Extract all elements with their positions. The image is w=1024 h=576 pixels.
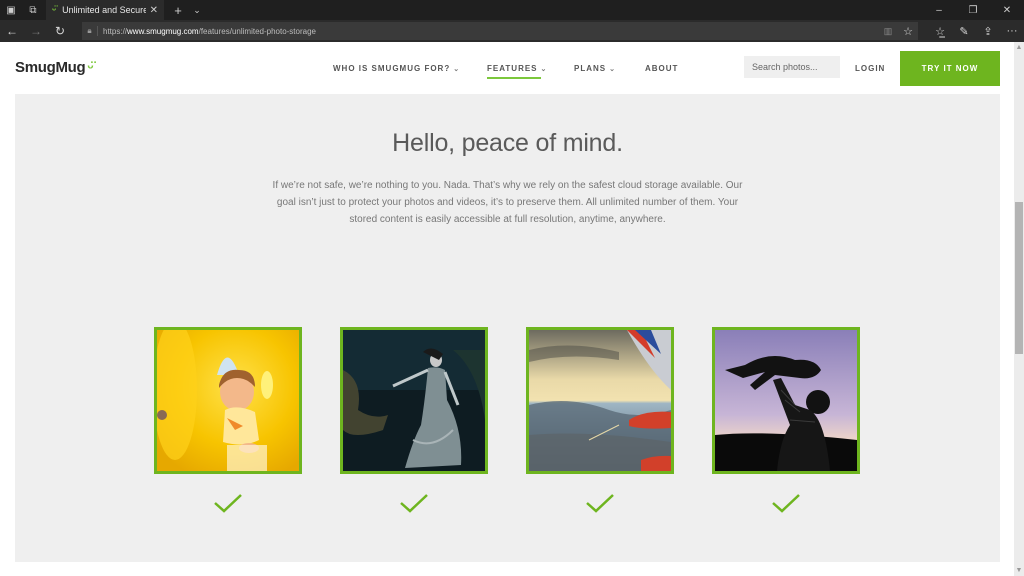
browser-tab-bar: ▣ ⧉ ᵕ̈ Unlimited and Secure P ✕ + ⌄ – ❐ …: [0, 0, 1024, 20]
forward-button[interactable]: →: [24, 20, 48, 42]
nav-about[interactable]: ABOUT: [645, 64, 678, 73]
smile-logo-icon: ᵕ̈: [87, 59, 94, 76]
tab-manager-icon[interactable]: ▣: [0, 0, 22, 20]
logo-text: SmugMug: [15, 59, 86, 76]
page-scrollbar[interactable]: ▲ ▼: [1014, 42, 1024, 576]
url-field[interactable]: 🔒︎ https://www.smugmug.com/features/unli…: [82, 22, 918, 40]
photo-parent-silhouette: [712, 327, 860, 474]
checkmark-icon: [213, 492, 243, 514]
chevron-down-icon: ⌄: [540, 66, 548, 73]
refresh-button[interactable]: ↻: [48, 20, 72, 42]
nav-label: WHO IS SMUGMUG FOR?: [333, 64, 451, 73]
checkmark-icon: [585, 492, 615, 514]
photo-underwater-gown: [340, 327, 488, 474]
parent-silhouette-image: [715, 330, 857, 471]
minimize-button[interactable]: –: [922, 5, 956, 16]
airplane-wing-image: [529, 330, 671, 471]
scroll-down-arrow-icon[interactable]: ▼: [1014, 567, 1024, 574]
chevron-down-icon: ⌄: [609, 66, 616, 73]
web-page: SmugMug ᵕ̈ WHO IS SMUGMUG FOR? ⌄ FEATURES ⌄…: [0, 42, 1014, 576]
storage-feature-section: Hello, peace of mind. If we’re not safe,…: [15, 94, 1000, 562]
photo-airplane-wing: [526, 327, 674, 474]
tab-title: Unlimited and Secure P: [62, 5, 146, 15]
url-path: /features/unlimited-photo-storage: [198, 26, 316, 36]
favorite-star-icon[interactable]: ☆: [898, 25, 918, 38]
scroll-up-arrow-icon[interactable]: ▲: [1014, 44, 1024, 51]
nav-label: ABOUT: [645, 64, 679, 73]
smugmug-logo[interactable]: SmugMug ᵕ̈: [15, 59, 94, 76]
new-tab-button[interactable]: +: [168, 3, 188, 18]
url-text[interactable]: https://www.smugmug.com/features/unlimit…: [103, 27, 316, 36]
login-link[interactable]: LOGIN: [855, 64, 885, 73]
favorites-hub-icon[interactable]: ☆̲: [928, 25, 952, 38]
lock-icon: 🔒︎: [82, 26, 98, 36]
browser-toolbar-actions: ☆̲ ✎ ⇪ ···: [928, 20, 1024, 42]
set-aside-tabs-icon[interactable]: ⧉: [22, 0, 44, 20]
browser-address-bar: ← → ↻ 🔒︎ https://www.smugmug.com/feature…: [0, 20, 1024, 42]
more-options-icon[interactable]: ···: [1000, 25, 1024, 37]
section-headline: Hello, peace of mind.: [392, 129, 623, 157]
back-button[interactable]: ←: [0, 20, 24, 42]
nav-who-is-smugmug-for[interactable]: WHO IS SMUGMUG FOR? ⌄: [333, 64, 460, 73]
chevron-down-icon: ⌄: [453, 66, 461, 73]
nav-label: PLANS: [574, 64, 607, 73]
restore-button[interactable]: ❐: [956, 5, 990, 16]
try-it-now-button[interactable]: TRY IT NOW: [900, 51, 1000, 86]
window-controls: – ❐ ✕: [922, 5, 1024, 16]
tab-close-icon[interactable]: ✕: [150, 5, 158, 16]
section-description: If we’re not safe, we’re nothing to you.…: [272, 180, 743, 225]
smugmug-favicon-icon: ᵕ̈: [52, 4, 57, 16]
nav-features[interactable]: FEATURES ⌄: [487, 64, 548, 79]
close-window-button[interactable]: ✕: [990, 5, 1024, 16]
site-header: SmugMug ᵕ̈ WHO IS SMUGMUG FOR? ⌄ FEATURES ⌄…: [0, 42, 1014, 94]
scrollbar-thumb[interactable]: [1015, 202, 1023, 354]
nav-plans[interactable]: PLANS ⌄: [574, 64, 616, 73]
reading-view-icon[interactable]: ▥: [878, 26, 898, 37]
checkmark-icon: [771, 492, 801, 514]
search-photos-input[interactable]: [744, 56, 840, 78]
web-notes-pen-icon[interactable]: ✎: [952, 25, 976, 38]
browser-tab[interactable]: ᵕ̈ Unlimited and Secure P ✕: [46, 0, 164, 20]
url-domain: www.smugmug.com: [127, 26, 199, 36]
share-icon[interactable]: ⇪: [976, 25, 1000, 38]
tab-list-chevron-icon[interactable]: ⌄: [188, 5, 206, 16]
url-prefix: https://: [103, 26, 128, 36]
photo-toddler-tunnel: [154, 327, 302, 474]
nav-label: FEATURES: [487, 64, 538, 73]
checkmark-icon: [399, 492, 429, 514]
toddler-tunnel-image: [157, 330, 299, 471]
underwater-gown-image: [343, 330, 485, 471]
